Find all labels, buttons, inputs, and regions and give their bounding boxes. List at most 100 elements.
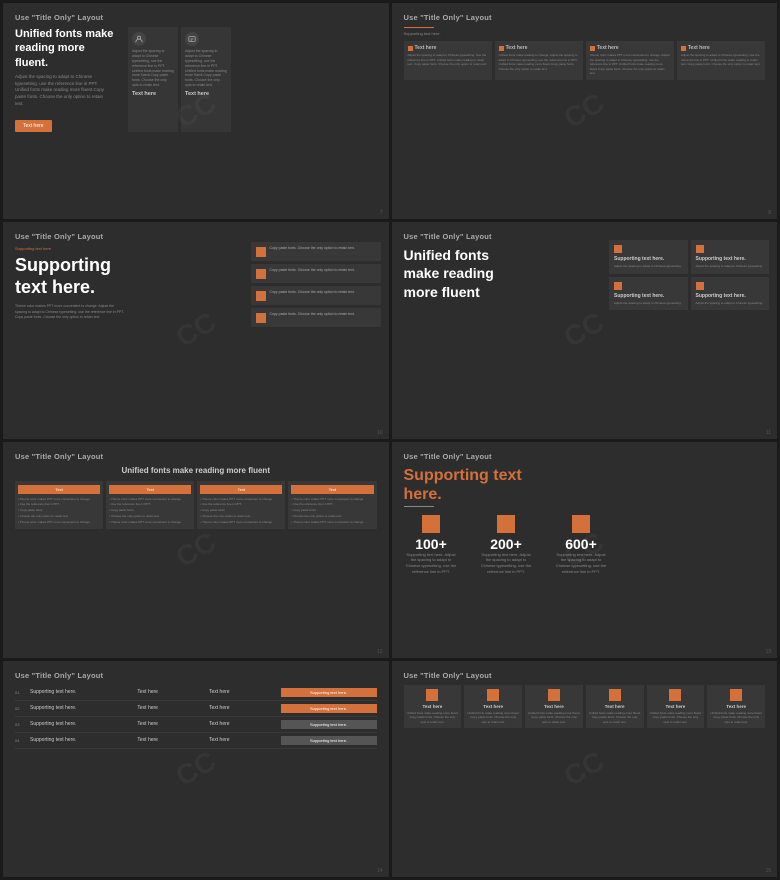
slide-1-col-1-text: Adjust the spacing to adapt to Chinese t… xyxy=(132,49,174,88)
slide-7-table: 01 Supporting text here. Text here Text … xyxy=(15,685,377,749)
slide-8-block-6: Text here Unified fonts make reading mor… xyxy=(707,685,765,729)
slide-8-icons: Text here Unified fonts make reading mor… xyxy=(404,685,766,729)
slide-7-row-3-num: 03 xyxy=(15,722,30,727)
slide-4-cell-2-icon xyxy=(696,245,704,253)
slide-3-list: Copy paste fonts. Choose the only option… xyxy=(251,242,381,327)
slide-8-pagenum: 15 xyxy=(765,868,771,874)
slide-4-cell-2-body: Adjust the spacing to adapt to Chinese t… xyxy=(696,264,765,269)
slide-8: Use "Title Only" Layout Text here Unifie… xyxy=(392,661,778,877)
slide-3-icon-1 xyxy=(256,247,266,257)
slide-8-block-6-title: Text here xyxy=(710,704,762,709)
slide-4-cell-1-title: Supporting text here. xyxy=(614,256,683,262)
slide-3-heading: Supporting text here. xyxy=(15,255,125,298)
slide-8-block-5: Text here Unified fonts make reading mor… xyxy=(647,685,705,729)
slide-3-item-1: Copy paste fonts. Choose the only option… xyxy=(251,242,381,261)
slide-8-title: Use "Title Only" Layout xyxy=(404,671,766,680)
slide-2-col-2-header: Text here xyxy=(499,45,579,51)
slide-2-col-1-header: Text here xyxy=(408,45,488,51)
slide-1-subtext: Adjust the spacing to adapt to Chinese t… xyxy=(15,74,105,108)
slide-5: Use "Title Only" Layout Unified fonts ma… xyxy=(3,442,389,658)
slide-3: Use "Title Only" Layout Supporting text … xyxy=(3,222,389,438)
slide-4-cell-2-title: Supporting text here. xyxy=(696,256,765,262)
slide-4-cell-3: Supporting text here. Adjust the spacing… xyxy=(609,277,688,311)
slide-grid: Use "Title Only" Layout Unified fonts ma… xyxy=(0,0,780,880)
slide-7-row-1-name: Supporting text here. xyxy=(30,689,137,695)
slide-5-col-1: Text • Theme color makes PPT more conven… xyxy=(15,481,103,530)
slide-3-sup: Supporting text here. xyxy=(15,246,125,251)
slide-3-item-2: Copy paste fonts. Choose the only option… xyxy=(251,264,381,283)
slide-1-btn[interactable]: Text here xyxy=(15,120,52,132)
slide-3-text-1: Copy paste fonts. Choose the only option… xyxy=(270,246,355,251)
slide-4-pagenum: 11 xyxy=(766,430,771,436)
slide-2-col-1: Text here Adjust the spacing to adapt to… xyxy=(404,41,492,80)
slide-8-block-1: Text here Unified fonts make reading mor… xyxy=(404,685,462,729)
slide-6-heading-accent: here. xyxy=(404,486,442,503)
slide-3-title: Use "Title Only" Layout xyxy=(15,232,377,241)
slide-3-text-4: Copy paste fonts. Choose the only option… xyxy=(270,312,355,317)
slide-7-row-2-num: 02 xyxy=(15,706,30,711)
slide-6-stat-1: 100+ Supporting text here. Adjust the sp… xyxy=(404,515,459,574)
slide-4-heading: Unified fonts make reading more fluent xyxy=(404,246,524,301)
slide-7-row-4-name: Supporting text here. xyxy=(30,737,137,743)
slide-1-title: Use "Title Only" Layout xyxy=(15,13,377,22)
slide-8-block-1-body: Unified fonts make reading more fluent C… xyxy=(407,711,459,725)
slide-4-cell-3-title: Supporting text here. xyxy=(614,293,683,299)
slide-4-cell-3-body: Adjust the spacing to adapt to Chinese t… xyxy=(614,301,683,306)
slide-7-row-2-name: Supporting text here. xyxy=(30,705,137,711)
slide-7-row-1-badge: Supporting text here. xyxy=(281,688,377,697)
slide-1-col-2-label: Text here xyxy=(185,91,227,97)
slide-7-row-4-num: 04 xyxy=(15,738,30,743)
slide-7-title: Use "Title Only" Layout xyxy=(15,671,377,680)
slide-1-pagenum: 7 xyxy=(380,210,383,216)
slide-2-col-3-header: Text here xyxy=(590,45,670,51)
slide-4-cell-4-icon xyxy=(696,282,704,290)
slide-8-block-2-body: Unified fonts make reading more fluent C… xyxy=(467,711,519,725)
slide-3-icon-3 xyxy=(256,291,266,301)
slide-2-title: Use "Title Only" Layout xyxy=(404,13,766,22)
slide-8-block-4: Text here Unified fonts make reading mor… xyxy=(586,685,644,729)
slide-5-col-4: Text • Theme color makes PPT more conven… xyxy=(288,481,376,530)
slide-5-col-4-header: Text xyxy=(291,485,373,494)
slide-6-stat-2-label: Supporting text here. Adjust the spacing… xyxy=(479,552,534,574)
slide-4-cell-2: Supporting text here. Adjust the spacing… xyxy=(691,240,770,274)
slide-5-col-4-body: • Theme color makes PPT more convenient … xyxy=(291,497,373,525)
slide-2-col-4: Text here Adjust the spacing to adapt to… xyxy=(677,41,765,80)
slide-3-text-2: Copy paste fonts. Choose the only option… xyxy=(270,268,355,273)
slide-3-item-3: Copy paste fonts. Choose the only option… xyxy=(251,286,381,305)
slide-6-stat-3-icon xyxy=(572,515,590,533)
slide-7-row-1-v1: Text here xyxy=(137,689,209,695)
slide-6-stat-1-icon xyxy=(422,515,440,533)
slide-8-block-4-title: Text here xyxy=(589,704,641,709)
slide-8-icon-2 xyxy=(487,689,499,701)
slide-5-col-2-body: • Theme color makes PPT more convenient … xyxy=(109,497,191,525)
slide-7-row-3-v1: Text here xyxy=(137,721,209,727)
slide-2-cols: Text here Adjust the spacing to adapt to… xyxy=(404,41,766,80)
slide-5-col-3-header: Text xyxy=(200,485,282,494)
slide-6-stat-1-num: 100+ xyxy=(415,536,447,552)
slide-6-stat-2: 200+ Supporting text here. Adjust the sp… xyxy=(479,515,534,574)
slide-7-row-4-v2: Text here xyxy=(209,737,281,743)
slide-2-col-3-body: Theme color makes PPT more convenient to… xyxy=(590,53,670,76)
slide-5-col-3: Text • Theme color makes PPT more conven… xyxy=(197,481,285,530)
slide-6-heading: Supporting text here. xyxy=(404,466,766,504)
slide-7-row-4: 04 Supporting text here. Text here Text … xyxy=(15,733,377,749)
slide-7: Use "Title Only" Layout 01 Supporting te… xyxy=(3,661,389,877)
slide-6-stat-2-num: 200+ xyxy=(490,536,522,552)
slide-1-col-2-text: Adjust the spacing to adapt to Chinese t… xyxy=(185,49,227,88)
slide-4-cell-4: Supporting text here. Adjust the spacing… xyxy=(691,277,770,311)
slide-5-pagenum: 12 xyxy=(377,649,383,655)
slide-3-icon-4 xyxy=(256,313,266,323)
slide-4-cell-4-body: Adjust the spacing to adapt to Chinese t… xyxy=(696,301,765,306)
slide-6-title: Use "Title Only" Layout xyxy=(404,452,766,461)
slide-6-pagenum: 13 xyxy=(765,649,771,655)
slide-2-col-4-dot xyxy=(681,46,686,51)
slide-8-block-3: Text here Unified fonts make reading mor… xyxy=(525,685,583,729)
slide-4-grid: Supporting text here. Adjust the spacing… xyxy=(609,240,769,310)
slide-5-col-2-header: Text xyxy=(109,485,191,494)
slide-6-stat-3: 600+ Supporting text here. Adjust the sp… xyxy=(554,515,609,574)
slide-6-stats: 100+ Supporting text here. Adjust the sp… xyxy=(404,515,766,574)
slide-7-row-3-badge: Supporting text here. xyxy=(281,720,377,729)
slide-2-col-4-body: Adjust the spacing to adapt to Chinese t… xyxy=(681,53,761,67)
slide-8-block-4-body: Unified fonts make reading more fluent C… xyxy=(589,711,641,725)
slide-7-row-2-badge: Supporting text here. xyxy=(281,704,377,713)
